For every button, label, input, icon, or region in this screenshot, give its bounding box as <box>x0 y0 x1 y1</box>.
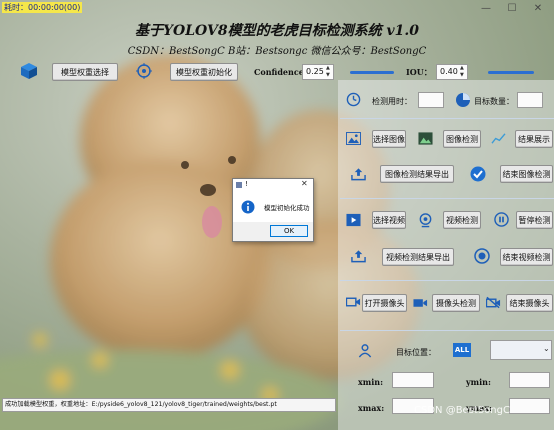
dialog-close-button[interactable]: ✕ <box>301 179 308 188</box>
open-camera-button[interactable]: 打开摄像头 <box>362 294 407 312</box>
ymin-box <box>509 372 550 388</box>
close-button[interactable]: ✕ <box>528 2 548 16</box>
count-value-box <box>517 92 543 108</box>
end-video-detect-button[interactable]: 结束视频检测 <box>500 248 553 266</box>
detect-video-button[interactable]: 视频检测 <box>443 211 481 229</box>
divider-3 <box>340 280 554 281</box>
minimize-button[interactable]: — <box>476 2 496 16</box>
app-title: 基于YOLOV8模型的老虎目标检测系统 v1.0 <box>135 23 419 39</box>
clock-icon <box>346 92 361 107</box>
crosshair-icon <box>136 63 152 79</box>
confidence-slider[interactable] <box>350 71 394 74</box>
all-icon: ALL <box>453 343 471 357</box>
time-label: 检测用时： <box>372 97 412 106</box>
iou-slider[interactable] <box>488 71 534 74</box>
line-chart-icon <box>491 133 506 144</box>
app-subtitle: CSDN：BestSongC B站：Bestsongc 微信公众号：BestSo… <box>127 46 427 57</box>
message-dialog: ! ✕ 模型初始化成功 OK <box>232 178 314 242</box>
dialog-ok-button[interactable]: OK <box>270 225 308 237</box>
xmax-label: xmax: <box>358 403 385 413</box>
camera-open-icon <box>346 297 361 307</box>
init-weights-button[interactable]: 模型权重初始化 <box>170 63 238 81</box>
target-position-label: 目标位置： <box>396 348 436 357</box>
dialog-message: 模型初始化成功 <box>264 204 310 212</box>
image-detect-icon <box>418 132 433 145</box>
count-label: 目标数量： <box>474 97 514 106</box>
video-file-icon <box>346 213 361 227</box>
location-person-icon <box>358 344 372 358</box>
timer-label: 耗时：00:00:00(00) <box>2 2 83 13</box>
iou-spin-arrows[interactable]: ▲ ▼ <box>460 65 464 79</box>
camera-off-icon <box>486 296 501 309</box>
iou-label: IOU： <box>406 67 432 77</box>
detect-image-button[interactable]: 图像检测 <box>443 130 481 148</box>
upload-icon <box>351 168 366 181</box>
show-result-button[interactable]: 结果展示 <box>515 130 553 148</box>
xmin-label: xmin: <box>358 377 384 387</box>
stop-circle-icon <box>474 248 490 264</box>
select-image-button[interactable]: 选择图像 <box>372 130 406 148</box>
webcam-icon <box>419 213 432 228</box>
end-image-detect-button[interactable]: 结束图像检测 <box>500 165 553 183</box>
export-video-result-button[interactable]: 视频检测结果导出 <box>382 248 454 266</box>
confidence-spin-arrows[interactable]: ▲ ▼ <box>326 65 330 79</box>
divider-2 <box>340 198 554 199</box>
divider-4 <box>340 330 554 331</box>
cube-icon <box>21 63 37 79</box>
time-value-box <box>418 92 444 108</box>
watermark: CSDN @BestSongC <box>414 405 510 416</box>
chevron-down-icon: ⌄ <box>543 344 550 353</box>
divider-1 <box>340 118 554 119</box>
pause-icon <box>494 212 509 227</box>
check-circle-icon <box>470 166 486 182</box>
maximize-button[interactable]: ☐ <box>502 2 522 16</box>
close-camera-button[interactable]: 结束摄像头 <box>506 294 553 312</box>
upload-video-icon <box>351 250 366 263</box>
export-image-result-button[interactable]: 图像检测结果导出 <box>380 165 454 183</box>
image-icon <box>346 132 361 145</box>
dialog-app-icon <box>236 182 242 188</box>
ymax-box <box>509 398 550 414</box>
dialog-title: ! <box>245 180 248 188</box>
status-bar: 成功加载模型权重，权重地址：E:/pyside6_yolov8_121/yolo… <box>2 398 336 412</box>
xmin-box <box>392 372 434 388</box>
camera-detect-button[interactable]: 摄像头检测 <box>432 294 480 312</box>
pause-detect-button[interactable]: 暂停检测 <box>516 211 553 229</box>
select-video-button[interactable]: 选择视频 <box>372 211 406 229</box>
select-weights-button[interactable]: 模型权重选择 <box>52 63 118 81</box>
camera-detect-icon <box>413 299 428 307</box>
pie-chart-icon <box>456 93 470 107</box>
ymin-label: ymin: <box>466 377 491 387</box>
info-icon <box>241 200 255 214</box>
confidence-label: Confidence: <box>254 67 307 77</box>
